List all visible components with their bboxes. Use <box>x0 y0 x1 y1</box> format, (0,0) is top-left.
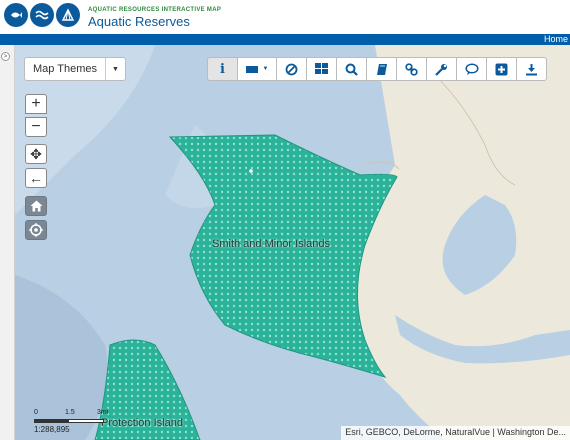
map-attribution[interactable]: Esri, GEBCO, DeLorme, NaturalVue | Washi… <box>341 426 570 440</box>
link-button[interactable] <box>396 57 427 81</box>
collapse-panel-icon[interactable]: > <box>1 52 10 61</box>
shell-icon <box>56 3 80 27</box>
map-themes-dropdown[interactable]: Map Themes ▼ <box>24 57 126 81</box>
scale-ratio: 1:288,895 <box>34 425 70 434</box>
clear-button[interactable] <box>276 57 307 81</box>
scale-tick: 0 <box>34 409 38 416</box>
layers-button[interactable] <box>306 57 337 81</box>
map-view[interactable]: Map Themes ▼ i ▼ + − ✥ ← Smith and Minor… <box>15 45 570 440</box>
clear-icon <box>285 63 298 75</box>
add-button[interactable] <box>486 57 517 81</box>
rectangle-select-icon <box>245 65 258 73</box>
zoom-in-button[interactable]: + <box>25 94 47 114</box>
book-icon <box>376 63 387 75</box>
scale-tick: 1.5 <box>65 409 75 416</box>
home-extent-button[interactable] <box>25 196 47 216</box>
app-root: AQUATIC RESOURCES INTERACTIVE MAP Aquati… <box>0 0 570 440</box>
select-area-button[interactable]: ▼ <box>237 57 277 81</box>
search-icon <box>345 63 358 76</box>
chevron-down-icon: ▼ <box>262 66 269 72</box>
tools-button[interactable] <box>426 57 457 81</box>
map-themes-label: Map Themes <box>33 63 97 75</box>
grid-icon <box>315 63 328 74</box>
island-marker <box>249 169 253 173</box>
locate-button[interactable] <box>25 220 47 240</box>
wrench-icon <box>435 63 447 76</box>
bookmark-button[interactable] <box>366 57 397 81</box>
side-panel-strip[interactable]: > <box>0 45 15 440</box>
reserve-label-protection-island: Protection Island <box>101 417 183 429</box>
chevron-down-icon[interactable]: ▼ <box>105 58 125 80</box>
home-icon <box>30 200 42 212</box>
locate-icon <box>29 223 43 237</box>
download-icon <box>526 63 537 75</box>
info-icon: i <box>220 61 225 77</box>
pan-button[interactable]: ✥ <box>25 144 47 164</box>
add-icon <box>495 63 508 75</box>
download-button[interactable] <box>516 57 547 81</box>
nav-bar: Home <box>0 34 570 45</box>
comment-icon <box>464 62 479 75</box>
scale-tick: 3mi <box>97 409 109 416</box>
comment-button[interactable] <box>456 57 487 81</box>
fish-icon <box>4 3 28 27</box>
app-title: Aquatic Reserves <box>88 14 190 29</box>
scale-bar: 0 1.5 3mi 1:288,895 <box>34 407 108 434</box>
agency-logo <box>4 3 80 27</box>
header: AQUATIC RESOURCES INTERACTIVE MAP Aquati… <box>0 0 570 34</box>
wave-icon <box>30 3 54 27</box>
scale-ticks: 0 1.5 3mi <box>34 407 108 419</box>
reserve-label-smith-minor: Smith and Minor Islands <box>212 238 330 250</box>
map-toolbar: i ▼ <box>207 57 547 81</box>
app-subtitle: AQUATIC RESOURCES INTERACTIVE MAP <box>88 7 222 13</box>
scale-graphic <box>34 419 104 423</box>
home-link[interactable]: Home <box>544 34 568 45</box>
identify-button[interactable]: i <box>207 57 238 81</box>
zoom-out-button[interactable]: − <box>25 117 47 137</box>
link-icon <box>405 62 418 76</box>
back-extent-button[interactable]: ← <box>25 168 47 188</box>
search-button[interactable] <box>336 57 367 81</box>
